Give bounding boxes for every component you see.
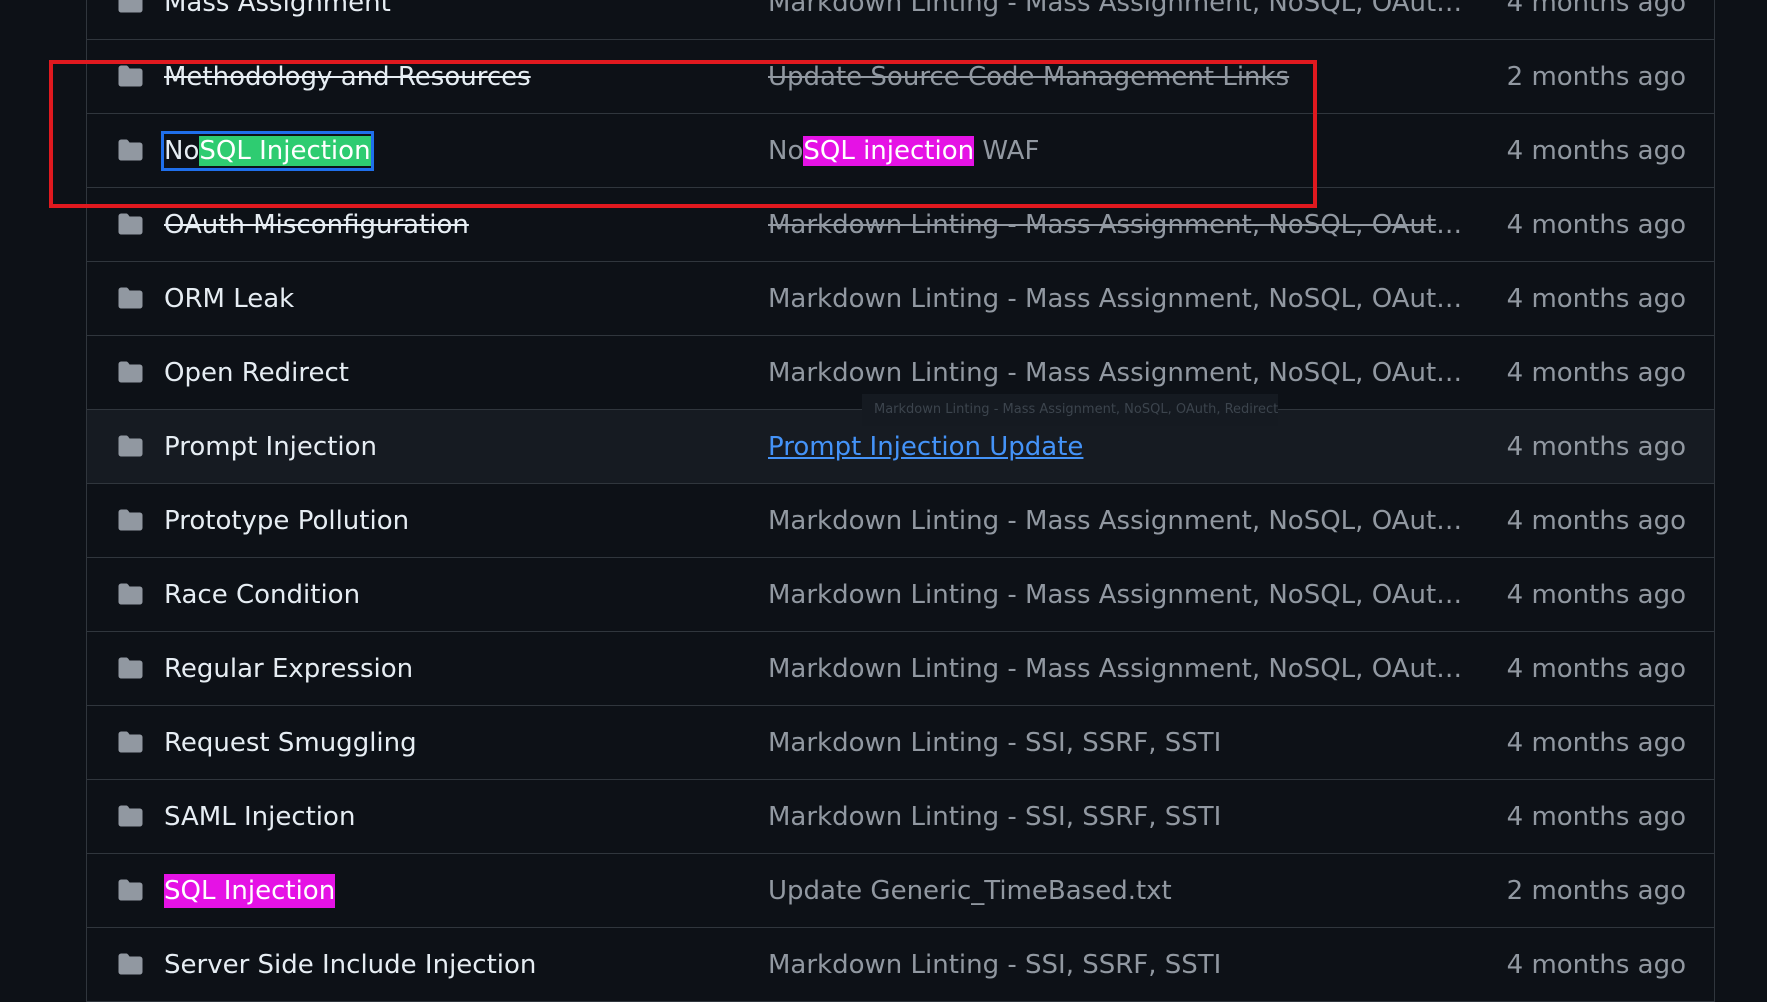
commit-age: 4 months ago [1506, 653, 1686, 684]
table-row[interactable]: Mass Assignment Markdown Linting - Mass … [87, 0, 1714, 40]
commit-age: 4 months ago [1506, 357, 1686, 388]
row-name-link[interactable]: Mass Assignment [164, 0, 391, 20]
folder-icon [118, 731, 143, 753]
table-row[interactable]: Race Condition Markdown Linting - Mass A… [87, 558, 1714, 632]
table-row[interactable]: ORM Leak Markdown Linting - Mass Assignm… [87, 262, 1714, 336]
message-prefix: No [768, 135, 804, 166]
table-row[interactable]: Regular Expression Markdown Linting - Ma… [87, 632, 1714, 706]
folder-icon [118, 953, 143, 975]
table-row[interactable]: SQL Injection Update Generic_TimeBased.t… [87, 854, 1714, 928]
commit-age: 4 months ago [1506, 209, 1686, 240]
folder-icon [118, 879, 143, 901]
name-prefix: No [164, 135, 200, 166]
row-name-link[interactable]: Server Side Include Injection [164, 948, 536, 982]
row-name-link[interactable]: Open Redirect [164, 356, 349, 390]
file-table: Mass Assignment Markdown Linting - Mass … [86, 0, 1715, 1002]
message-suffix: WAF [974, 135, 1040, 166]
folder-icon [118, 509, 143, 531]
commit-age: 4 months ago [1506, 579, 1686, 610]
commit-age: 4 months ago [1506, 431, 1686, 462]
commit-message-link[interactable]: Markdown Linting - SSI, SSRF, SSTI [768, 948, 1468, 982]
commit-message-link[interactable]: Markdown Linting - Mass Assignment, NoSQ… [768, 652, 1468, 686]
commit-message-link[interactable]: Markdown Linting - Mass Assignment, NoSQ… [768, 0, 1468, 20]
folder-icon [118, 139, 143, 161]
commit-message-link[interactable]: Markdown Linting - Mass Assignment, NoSQ… [768, 282, 1468, 316]
row-name-link[interactable]: ORM Leak [164, 282, 294, 316]
row-name-link[interactable]: Race Condition [164, 578, 360, 612]
commit-message-link[interactable]: NoSQL injection WAF [768, 134, 1468, 168]
commit-message-tooltip: Markdown Linting - Mass Assignment, NoSQ… [862, 394, 1278, 426]
row-name-link[interactable]: NoSQL Injection [161, 130, 374, 171]
commit-age: 4 months ago [1506, 283, 1686, 314]
folder-icon [118, 0, 143, 13]
commit-message-link[interactable]: Markdown Linting - Mass Assignment, NoSQ… [768, 208, 1468, 242]
row-name-link[interactable]: Request Smuggling [164, 726, 417, 760]
table-row[interactable]: OAuth Misconfiguration Markdown Linting … [87, 188, 1714, 262]
row-name-link[interactable]: Prompt Injection [164, 430, 377, 464]
row-name-link[interactable]: SQL Injection [164, 873, 336, 908]
commit-age: 4 months ago [1506, 727, 1686, 758]
commit-message-link[interactable]: Update Generic_TimeBased.txt [768, 874, 1468, 908]
table-row[interactable]: Server Side Include Injection Markdown L… [87, 928, 1714, 1002]
table-row[interactable]: NoSQL Injection NoSQL injection WAF 4 mo… [87, 114, 1714, 188]
search-match-highlight: SQL injection [803, 135, 975, 166]
commit-age: 4 months ago [1506, 135, 1686, 166]
folder-icon [118, 287, 143, 309]
row-name-link[interactable]: Methodology and Resources [164, 60, 531, 94]
search-match-highlight: SQL Injection [199, 135, 371, 166]
commit-message-link[interactable]: Markdown Linting - SSI, SSRF, SSTI [768, 726, 1468, 760]
commit-message-link[interactable]: Markdown Linting - Mass Assignment, NoSQ… [768, 504, 1468, 538]
commit-message-link[interactable]: Prompt Injection Update [768, 430, 1468, 464]
commit-age: 4 months ago [1506, 801, 1686, 832]
commit-message-link[interactable]: Markdown Linting - Mass Assignment, NoSQ… [768, 356, 1468, 390]
commit-age: 4 months ago [1506, 505, 1686, 536]
table-row[interactable]: SAML Injection Markdown Linting - SSI, S… [87, 780, 1714, 854]
commit-message-link[interactable]: Markdown Linting - SSI, SSRF, SSTI [768, 800, 1468, 834]
folder-icon [118, 361, 143, 383]
commit-age: 2 months ago [1506, 875, 1686, 906]
row-name-link[interactable]: Regular Expression [164, 652, 413, 686]
table-row[interactable]: Prototype Pollution Markdown Linting - M… [87, 484, 1714, 558]
commit-age: 2 months ago [1506, 61, 1686, 92]
folder-icon [118, 805, 143, 827]
commit-age: 4 months ago [1506, 0, 1686, 18]
folder-icon [118, 583, 143, 605]
row-name-link[interactable]: Prototype Pollution [164, 504, 409, 538]
row-name-link[interactable]: OAuth Misconfiguration [164, 208, 469, 242]
row-name-link[interactable]: SAML Injection [164, 800, 355, 834]
folder-icon [118, 657, 143, 679]
commit-message-link[interactable]: Markdown Linting - Mass Assignment, NoSQ… [768, 578, 1468, 612]
commit-message-link[interactable]: Update Source Code Management Links [768, 60, 1468, 94]
folder-icon [118, 65, 143, 87]
table-row[interactable]: Request Smuggling Markdown Linting - SSI… [87, 706, 1714, 780]
folder-icon [118, 213, 143, 235]
commit-age: 4 months ago [1506, 949, 1686, 980]
folder-icon [118, 435, 143, 457]
table-row[interactable]: Methodology and Resources Update Source … [87, 40, 1714, 114]
